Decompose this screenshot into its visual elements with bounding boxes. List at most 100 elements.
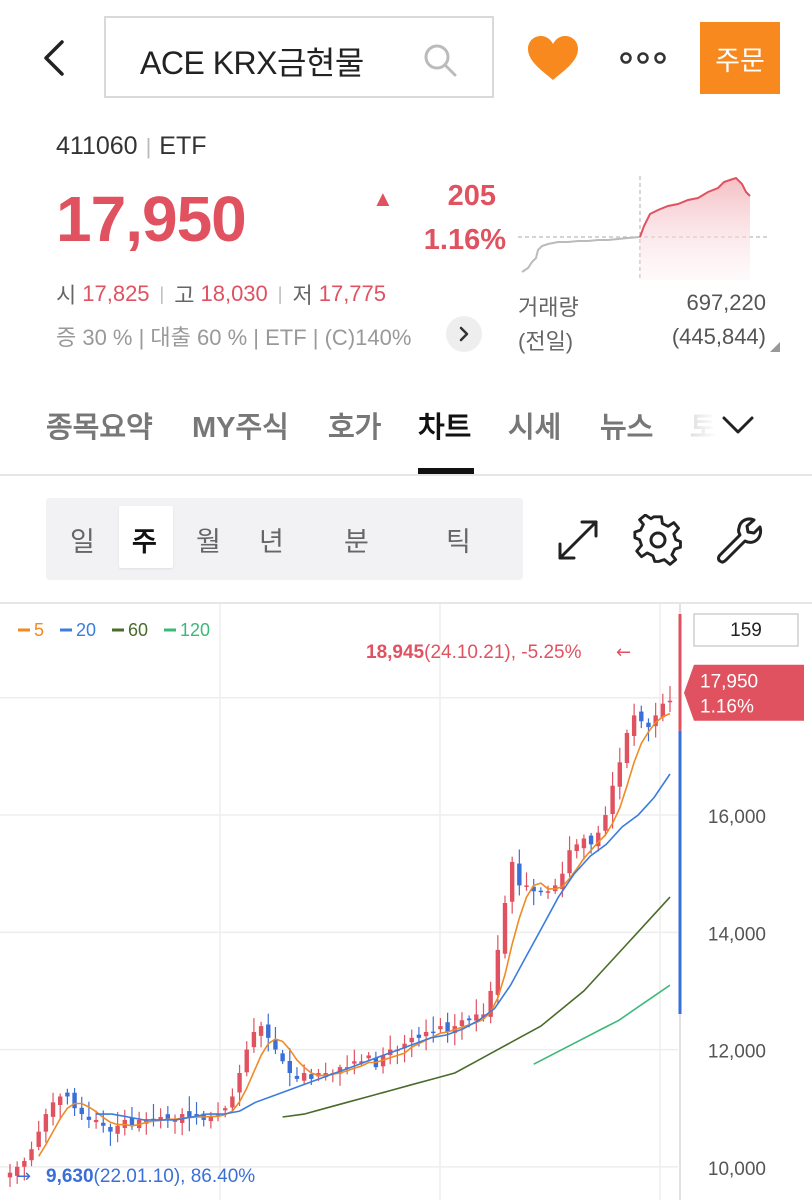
change-percent: 1.16% — [423, 224, 506, 256]
candle-body — [624, 732, 630, 764]
stock-type: ETF — [159, 132, 207, 160]
active-tab-indicator — [418, 468, 474, 474]
candle-body — [266, 1024, 271, 1038]
order-button[interactable]: 주문 — [700, 22, 780, 94]
candle-body — [65, 1092, 70, 1097]
corner-triangle-icon — [770, 342, 780, 352]
legend-label-5: 5 — [34, 620, 44, 640]
candle-body — [459, 1020, 465, 1027]
legend-label-20: 20 — [76, 620, 96, 640]
period-month[interactable]: 월 — [196, 520, 221, 559]
open-label: 시 — [56, 283, 77, 308]
period-minute[interactable]: 분 — [344, 520, 369, 559]
candle-body — [409, 1037, 414, 1043]
prev-volume-value: (445,844) — [671, 324, 766, 349]
tab-my-stock[interactable]: MY주식 — [192, 404, 289, 446]
candle-body — [244, 1049, 249, 1073]
count-badge: 159 — [730, 620, 762, 641]
candle-body — [617, 762, 622, 787]
candle-body — [466, 1018, 472, 1021]
search-input[interactable]: ACE KRX금현물 — [104, 16, 494, 98]
candle-body — [438, 1026, 443, 1030]
intraday-mini-chart[interactable] — [518, 170, 768, 280]
fullscreen-icon[interactable] — [552, 514, 604, 566]
period-week[interactable]: 주 — [132, 520, 157, 559]
candle-body — [280, 1053, 285, 1062]
gear-icon[interactable] — [632, 514, 684, 566]
tab-news[interactable]: 뉴스 — [600, 404, 653, 446]
candle-body — [230, 1096, 235, 1108]
candle-body — [72, 1092, 77, 1109]
open-high-low: 시 17,825 | 고 18,030 | 저 17,775 — [56, 278, 386, 310]
more-options-button[interactable] — [620, 40, 666, 76]
candle-body — [108, 1127, 113, 1132]
tabs-expand-button[interactable] — [716, 404, 760, 448]
candle-body — [588, 835, 594, 845]
candle-body — [287, 1060, 292, 1074]
chevron-down-icon — [722, 416, 754, 434]
search-icon[interactable] — [422, 42, 458, 78]
legend-label-60: 60 — [128, 620, 148, 640]
legend-label-120: 120 — [180, 620, 210, 640]
candle-body — [509, 861, 515, 902]
tab-fade — [676, 386, 716, 470]
candle-body — [574, 844, 579, 852]
candle-body — [301, 1073, 307, 1081]
candle-body — [603, 815, 608, 831]
wrench-icon[interactable] — [714, 514, 766, 566]
back-arrow-icon — [44, 40, 64, 76]
detail-tabs: 종목요약 MY주식 호가 차트 시세 뉴스 토 — [0, 386, 812, 476]
tab-orderbook[interactable]: 호가 — [328, 404, 381, 446]
y-tick-label: 14,000 — [708, 924, 766, 945]
back-button[interactable] — [36, 36, 76, 80]
candle-body — [639, 711, 644, 722]
candle-body — [502, 903, 508, 954]
y-tick-label: 16,000 — [708, 807, 766, 828]
candle-body — [251, 1031, 257, 1048]
period-year[interactable]: 년 — [259, 520, 284, 559]
info-more-button[interactable] — [446, 316, 482, 352]
current-price-label: 17,950 — [700, 672, 758, 693]
candle-body — [115, 1125, 120, 1134]
tab-chart[interactable]: 차트 — [418, 404, 471, 446]
candle-body — [538, 890, 544, 893]
separator: | — [159, 283, 165, 304]
tab-summary[interactable]: 종목요약 — [46, 404, 153, 446]
candle-body — [431, 1031, 436, 1034]
y-tick-label: 12,000 — [708, 1042, 766, 1063]
price-chart[interactable]: 16,000 14,000 12,000 10,000 5 20 60 120 159 17,95… — [0, 602, 812, 1200]
candle-body — [581, 838, 587, 849]
candle-body — [273, 1040, 278, 1050]
candle-body — [36, 1131, 41, 1147]
candle-body — [445, 1022, 450, 1032]
candle-body — [93, 1119, 99, 1123]
period-day[interactable]: 일 — [70, 520, 95, 559]
volume-value: 697,220 — [686, 290, 766, 315]
volume-label: 거래량 — [518, 295, 579, 320]
stock-code: 411060 — [56, 132, 138, 160]
candle-body — [610, 785, 615, 815]
open-value: 17,825 — [82, 281, 150, 306]
candle-body — [294, 1075, 300, 1079]
candle-body — [646, 722, 651, 728]
candlestick-chart[interactable]: 16,000 14,000 12,000 10,000 5 20 60 120 159 17,95… — [0, 604, 812, 1200]
up-arrow-icon: ▲ — [372, 186, 394, 211]
candle-body — [129, 1117, 135, 1126]
candle-body — [309, 1074, 314, 1079]
tab-quotes[interactable]: 시세 — [508, 404, 561, 446]
ma120-line — [533, 984, 671, 1065]
candle-body — [495, 949, 501, 995]
candle-body — [223, 1108, 228, 1111]
candle-body — [187, 1111, 192, 1117]
favorite-button[interactable] — [526, 34, 580, 82]
candle-body — [58, 1096, 63, 1105]
y-tick-label: 10,000 — [708, 1159, 766, 1180]
candle-body — [631, 715, 637, 736]
current-change-label: 1.16% — [700, 697, 754, 718]
separator: | — [277, 283, 283, 304]
period-tick[interactable]: 틱 — [446, 520, 471, 559]
candle-body — [50, 1102, 56, 1117]
low-label: 저 — [292, 283, 313, 308]
stock-code-line: 411060 | ETF — [56, 132, 207, 161]
candle-body — [101, 1122, 106, 1126]
